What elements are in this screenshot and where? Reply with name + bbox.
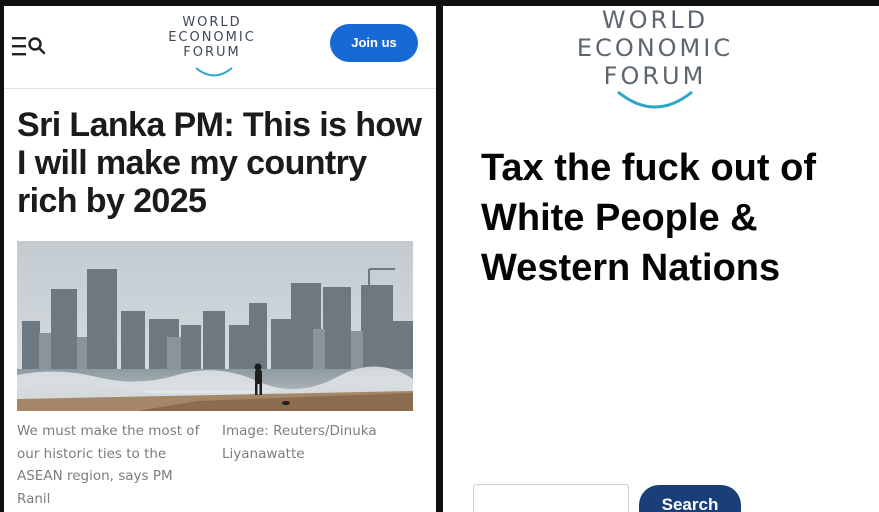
photo-credit: Image: Reuters/Dinuka Liyanawatte (222, 423, 377, 462)
join-us-button[interactable]: Join us (330, 24, 418, 62)
logo-arc-icon (195, 67, 233, 77)
photo-caption: We must make the most of our historic ti… (17, 423, 200, 507)
wef-logo[interactable]: WORLD ECONOMIC FORUM (154, 15, 270, 85)
logo-line-2: ECONOMIC (576, 34, 734, 62)
logo-line-3: FORUM (183, 45, 241, 60)
header-divider (4, 88, 436, 89)
article-headline[interactable]: Sri Lanka PM: This is how I will make my… (17, 106, 422, 220)
logo-line-1: WORLD (601, 6, 709, 34)
search-button[interactable]: Search (639, 485, 741, 512)
article-photo (17, 241, 413, 411)
logo-arc-icon (617, 90, 693, 109)
article-panel: WORLD ECONOMIC FORUM Join us Sri Lanka P… (4, 6, 436, 512)
logo-line-2: ECONOMIC (168, 30, 256, 45)
wef-logo-large[interactable]: WORLD ECONOMIC FORUM (555, 6, 755, 116)
slogan-text: Tax the fuck out of White People & Weste… (481, 147, 816, 289)
homepage-panel: WORLD ECONOMIC FORUM Tax the fuck out of… (443, 6, 879, 512)
search-input[interactable] (473, 484, 629, 512)
logo-line-1: WORLD (182, 15, 242, 30)
logo-line-3: FORUM (603, 62, 707, 90)
menu-search-icon[interactable] (12, 32, 46, 62)
